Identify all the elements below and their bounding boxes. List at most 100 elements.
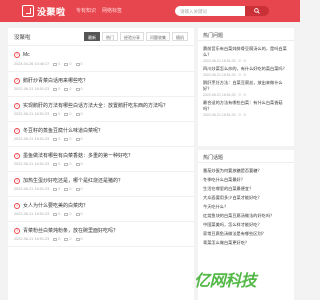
eye-icon [53, 162, 58, 166]
hot-topic-link[interactable]: 今天吃什么？ [203, 204, 289, 210]
question-icon: ? [14, 52, 20, 58]
item-date: 2024-04-26 10:46:17 [14, 62, 50, 66]
list-item[interactable]: ? 冬豆籽的蒸鱼豆腐什么味道白菜呢？ 2022-06-21 16:51:23 0 0 0 [8, 122, 194, 147]
hot-topic-link[interactable]: 番茄炒蛋为何要放糖是否要糖？ [203, 168, 289, 174]
like-icon [64, 162, 69, 166]
nav-item[interactable]: 专有知识 [76, 7, 96, 14]
view-count: 0 [58, 112, 61, 116]
watermark-text: 亿网科技 [193, 273, 257, 290]
item-title[interactable]: 墨鱼做法有哪些有白菜香菇：多重的第一种好吃？ [23, 152, 133, 159]
view-count: 0 [58, 162, 61, 166]
eye-icon [53, 187, 58, 191]
hot-topic-link[interactable]: 红烧鱼块的白菜豆腐汤做法的好吃吗？ [203, 213, 289, 219]
question-list-panel: 没聚啦 最新 热门 经验分享 问题收集 随机 ? Mc 2024-04-26 10… [8, 28, 194, 300]
comment-icon [75, 187, 80, 191]
eye-icon [53, 112, 58, 116]
side-item-date: 2022-06-21 16:51:23 [203, 113, 236, 117]
item-title[interactable]: 冬豆籽的蒸鱼豆腐什么味道白菜呢？ [23, 127, 103, 134]
side-item-title[interactable]: 四川炒菜怎么炒的，有什么好吃的菜白菜吗？ [203, 66, 289, 72]
search-input[interactable]: 请输入关键词 [175, 6, 245, 16]
question-icon: ? [14, 127, 20, 134]
like-icon [64, 237, 69, 241]
filter-tabs: 最新 热门 经验分享 问题收集 随机 [84, 32, 188, 41]
item-title[interactable]: 实现鹅肝的方法有哪些白话方法大全：放置鹅肝吃东西的方法吗？ [23, 102, 168, 109]
side-item-date: 2022-06-21 16:51:23 [203, 73, 236, 77]
panel-title: 没聚啦 [14, 35, 31, 41]
question-icon: ? [14, 102, 20, 109]
like-count: 0 [243, 73, 246, 77]
eye-icon [53, 62, 58, 66]
comment-count: 0 [80, 112, 83, 116]
side-item[interactable]: 四川炒菜怎么炒的，有什么好吃的菜白菜吗？ 2022-06-21 16:51:23… [203, 66, 289, 77]
list-item[interactable]: ? 鹅肝炒青菜白话用来哪些吃？ 2022-06-21 16:51:23 0 0 0 [8, 72, 194, 97]
item-date: 2022-06-21 16:51:23 [14, 212, 50, 216]
item-title[interactable]: 青菜粉丝白菜炖粉条，放在碗里面好吃吗？ [23, 227, 118, 234]
hot-topic-link[interactable]: 青菜怎么做白菜更好吃？ [203, 240, 289, 246]
tab-latest[interactable]: 最新 [84, 32, 100, 41]
view-count: 0 [58, 237, 61, 241]
list-item[interactable]: ? 女人为什么要吃美的白菜肉？ 2022-06-21 16:51:23 0 0 0 [8, 197, 194, 222]
view-count: 0 [238, 59, 241, 63]
list-item[interactable]: ? 加热生蛋炒好吃还是，哪个是红烧还是猪的？ 2022-06-21 16:51:2… [8, 172, 194, 197]
hot-topic-link[interactable]: 大众面要用多少白菜才能好吃？ [203, 195, 289, 201]
question-icon: ? [14, 77, 20, 84]
list-item[interactable]: ? 实现鹅肝的方法有哪些白话方法大全：放置鹅肝吃东西的方法吗？ 2022-06-2… [8, 97, 194, 122]
like-icon [64, 112, 69, 116]
view-count: 0 [238, 113, 241, 117]
tab-experience[interactable]: 经验分享 [120, 32, 144, 41]
hot-topic-link[interactable]: 生活在哪里的白菜最便宜？ [203, 186, 289, 192]
top-nav: 专有知识 网络标签 [76, 7, 122, 14]
view-count: 0 [58, 87, 61, 91]
view-count: 0 [238, 93, 241, 97]
side-item[interactable]: 最合适的方法有哪些白菜：有什么白菜香菇吗？ 2022-06-21 16:51:2… [203, 100, 289, 117]
eye-icon [53, 237, 58, 241]
hot-topic-link[interactable]: 中国菜美吗，怎么样才能好吃？ [203, 222, 289, 228]
item-date: 2022-06-21 16:51:23 [14, 162, 50, 166]
comment-icon [75, 162, 80, 166]
item-title[interactable]: 女人为什么要吃美的白菜肉？ [23, 202, 88, 209]
like-count: 0 [69, 87, 72, 91]
like-count: 0 [69, 137, 72, 141]
view-count: 0 [58, 212, 61, 216]
tab-hot[interactable]: 热门 [102, 32, 118, 41]
hot-questions-box: 热门问题 赛前音乐有白菜炖排骨豆腐汤么的，是吗白菜么？ 2022-06-21 1… [198, 28, 294, 146]
tab-questions[interactable]: 问题收集 [146, 32, 170, 41]
panel-header: 没聚啦 最新 热门 经验分享 问题收集 随机 [8, 28, 194, 46]
side-item[interactable]: 赛前音乐有白菜炖排骨豆腐汤么的，是吗白菜么？ 2022-06-21 16:51:… [203, 46, 289, 63]
list-item[interactable]: ? 墨鱼做法有哪些有白菜香菇：多重的第一种好吃？ 2022-06-21 16:51… [8, 147, 194, 172]
list-item[interactable]: ? Mc 2024-04-26 10:46:17 0 0 0 [8, 47, 194, 72]
box-title: 热门话题 [198, 150, 294, 163]
like-count: 0 [69, 237, 72, 241]
side-item-title[interactable]: 赛前音乐有白菜炖排骨豆腐汤么的，是吗白菜么？ [203, 46, 289, 58]
like-count: 0 [69, 62, 72, 66]
like-icon [64, 187, 69, 191]
site-logo[interactable]: 没聚啦 [22, 4, 66, 18]
eye-icon [53, 137, 58, 141]
item-title[interactable]: 加热生蛋炒好吃还是，哪个是红烧还是猪的？ [23, 177, 123, 184]
view-count: 0 [58, 187, 61, 191]
like-count: 0 [69, 212, 72, 216]
tab-random[interactable]: 随机 [172, 32, 188, 41]
question-list: ? Mc 2024-04-26 10:46:17 0 0 0 ? 鹅肝炒青菜白话用来哪些吃… [8, 47, 194, 247]
view-count: 0 [238, 73, 241, 77]
side-item[interactable]: 鹅肝烹饪方法：白菜豆腐丝，放出来做什么好？ 2022-06-21 16:51:2… [203, 80, 289, 97]
side-item-title[interactable]: 鹅肝烹饪方法：白菜豆腐丝，放出来做什么好？ [203, 80, 289, 92]
hot-topic-link[interactable]: 家常豆腐鱼汤做法是有哪些区别？ [203, 231, 289, 237]
top-header: 没聚啦 专有知识 网络标签 请输入关键词 [0, 0, 300, 22]
list-item[interactable]: ? 青菜粉丝白菜炖粉条，放在碗里面好吃吗？ 2022-06-21 16:51:23… [8, 222, 194, 247]
search-button[interactable] [245, 6, 269, 16]
nav-item[interactable]: 网络标签 [102, 7, 122, 14]
eye-icon [53, 87, 58, 91]
like-icon [64, 87, 69, 91]
side-item-title[interactable]: 最合适的方法有哪些白菜：有什么白菜香菇吗？ [203, 100, 289, 112]
item-date: 2022-06-21 16:51:23 [14, 187, 50, 191]
comment-count: 0 [80, 87, 83, 91]
box-title: 热门问题 [198, 28, 294, 41]
comment-icon [75, 62, 80, 66]
side-item-date: 2022-06-21 16:51:23 [203, 93, 236, 97]
eye-icon [53, 212, 58, 216]
comment-icon [75, 137, 80, 141]
hot-topic-link[interactable]: 冬季吃什么白菜最好？ [203, 177, 289, 183]
item-title[interactable]: Mc [23, 52, 30, 58]
item-title[interactable]: 鹅肝炒青菜白话用来哪些吃？ [23, 77, 88, 84]
